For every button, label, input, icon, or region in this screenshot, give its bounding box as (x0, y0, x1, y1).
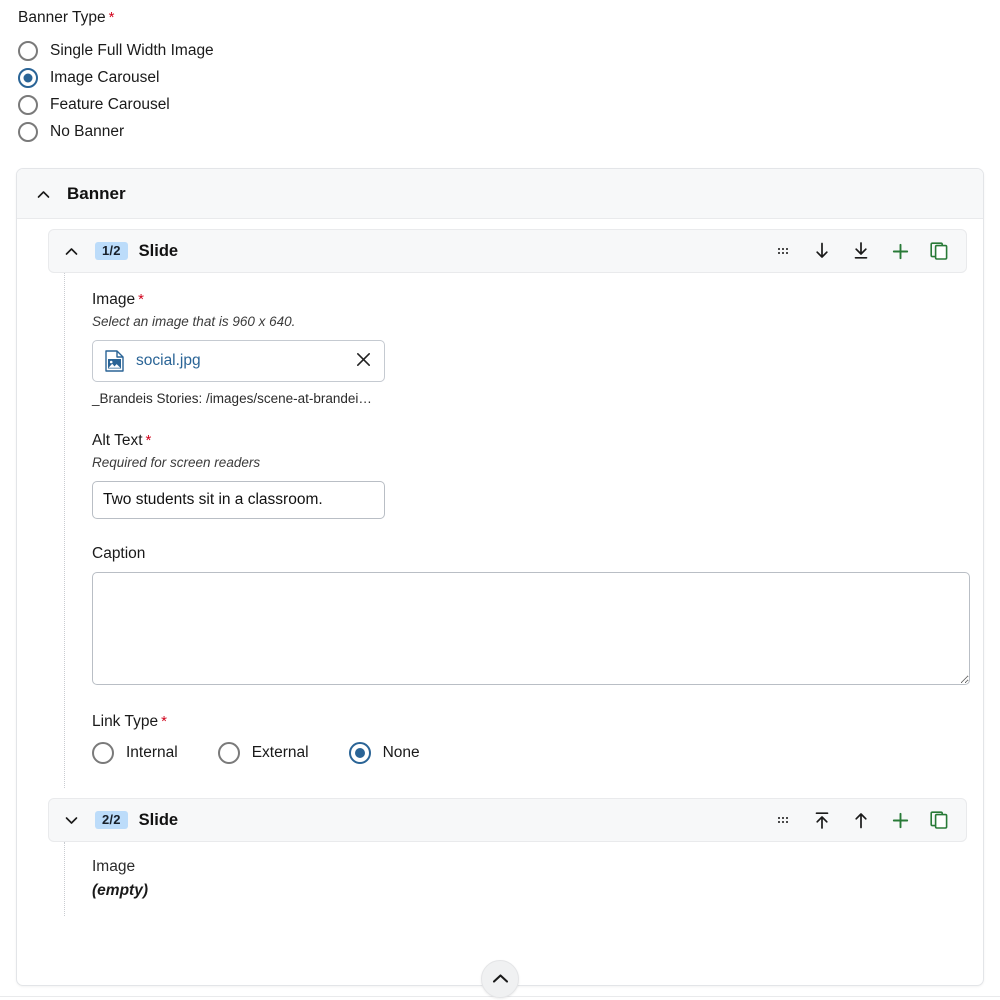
image-label-text: Image (92, 291, 136, 308)
slide-2-summary-value: (empty) (92, 882, 148, 899)
radio-option-single-full-width-image[interactable]: Single Full Width Image (18, 37, 518, 64)
banner-type-label-text: Banner Type (18, 9, 106, 26)
slide-1-index-badge: 1/2 (95, 242, 128, 260)
duplicate-icon[interactable] (928, 809, 950, 831)
slide-1: 1/2 Slide Image * Select an image that i… (17, 229, 983, 788)
banner-panel-title: Banner (67, 183, 126, 203)
caption-field: Caption (92, 545, 983, 685)
drag-handle-icon[interactable] (772, 809, 794, 831)
slide-2-index-badge: 2/2 (95, 811, 128, 829)
radio-option-feature-carousel[interactable]: Feature Carousel (18, 91, 518, 118)
radio-option-external[interactable]: External (217, 739, 309, 766)
radio-label: Feature Carousel (50, 95, 170, 113)
move-up-icon[interactable] (850, 809, 872, 831)
chevron-up-icon[interactable] (35, 187, 51, 201)
slide-1-toolbar (772, 240, 954, 262)
caption-label: Caption (92, 545, 983, 563)
alt-text-input[interactable] (92, 481, 385, 519)
radio-option-image-carousel[interactable]: Image Carousel (18, 64, 518, 91)
required-asterisk: * (161, 713, 167, 730)
close-icon[interactable] (354, 352, 373, 371)
slide-2-body: Image (empty) (64, 842, 983, 916)
caption-label-text: Caption (92, 545, 146, 562)
radio-indicator-selected[interactable] (18, 67, 38, 88)
slide-1-header[interactable]: 1/2 Slide (48, 229, 967, 273)
banner-panel: Banner 1/2 Slide Image * Select an image… (16, 168, 984, 986)
link-type-label-text: Link Type (92, 713, 159, 730)
radio-indicator-selected[interactable] (348, 741, 371, 764)
link-type-label: Link Type * (92, 713, 983, 731)
add-icon[interactable] (889, 809, 911, 831)
radio-indicator[interactable] (18, 121, 38, 142)
slide-1-title: Slide (138, 241, 179, 260)
slide-1-body: Image * Select an image that is 960 x 640… (64, 273, 983, 788)
banner-type-label: Banner Type * (18, 8, 518, 28)
duplicate-icon[interactable] (928, 240, 950, 262)
radio-label: External (251, 743, 309, 761)
radio-label: No Banner (50, 122, 125, 140)
slide-2-summary-label: Image (92, 858, 136, 875)
required-asterisk: * (145, 432, 152, 449)
image-field-label: Image * (92, 291, 983, 309)
chevron-up-icon[interactable] (63, 243, 79, 259)
radio-indicator[interactable] (18, 40, 38, 61)
required-asterisk: * (138, 291, 144, 308)
drag-handle-icon[interactable] (772, 240, 794, 262)
image-file-path: _Brandeis Stories: /images/scene-at-bran… (92, 391, 372, 406)
banner-form-page: Banner Type * Single Full Width Image Ima… (0, 0, 1000, 1000)
slide-2-header[interactable]: 2/2 Slide (48, 798, 967, 842)
move-to-top-icon[interactable] (811, 809, 833, 831)
caption-textarea[interactable] (92, 572, 970, 685)
chevron-down-icon[interactable] (63, 812, 79, 828)
link-type-field: Link Type * Internal External None (92, 713, 983, 766)
image-field: Image * Select an image that is 960 x 640… (92, 291, 983, 406)
move-to-bottom-icon[interactable] (850, 240, 872, 262)
image-field-description: Select an image that is 960 x 640. (92, 314, 296, 329)
radio-indicator[interactable] (92, 741, 114, 764)
radio-option-none[interactable]: None (348, 739, 420, 766)
image-file-name[interactable]: social.jpg (136, 352, 354, 370)
slide-2-toolbar (772, 809, 954, 831)
link-type-options: Internal External None (92, 739, 983, 766)
alt-text-description: Required for screen readers (92, 455, 261, 470)
radio-indicator[interactable] (18, 94, 38, 115)
move-down-icon[interactable] (811, 240, 833, 262)
alt-text-field: Alt Text * Required for screen readers (92, 432, 983, 519)
slide-2: 2/2 Slide Image (empty) (17, 798, 983, 916)
radio-label: None (382, 743, 420, 761)
chevron-up-icon (492, 972, 509, 987)
image-file-chip[interactable]: social.jpg (92, 340, 385, 382)
radio-indicator[interactable] (217, 741, 240, 764)
radio-option-no-banner[interactable]: No Banner (18, 118, 518, 145)
banner-type-fieldset: Banner Type * Single Full Width Image Ima… (18, 8, 518, 145)
radio-option-internal[interactable]: Internal (92, 739, 178, 766)
radio-label: Single Full Width Image (50, 41, 214, 59)
image-file-icon (105, 350, 124, 372)
alt-text-label: Alt Text * (92, 432, 983, 450)
required-asterisk: * (108, 9, 115, 26)
collapse-all-button[interactable] (481, 960, 519, 998)
slide-2-title: Slide (138, 810, 179, 829)
alt-text-label-text: Alt Text (92, 432, 143, 449)
radio-label: Image Carousel (50, 68, 160, 86)
radio-label: Internal (126, 743, 178, 761)
banner-panel-header[interactable]: Banner (17, 169, 983, 219)
add-icon[interactable] (889, 240, 911, 262)
